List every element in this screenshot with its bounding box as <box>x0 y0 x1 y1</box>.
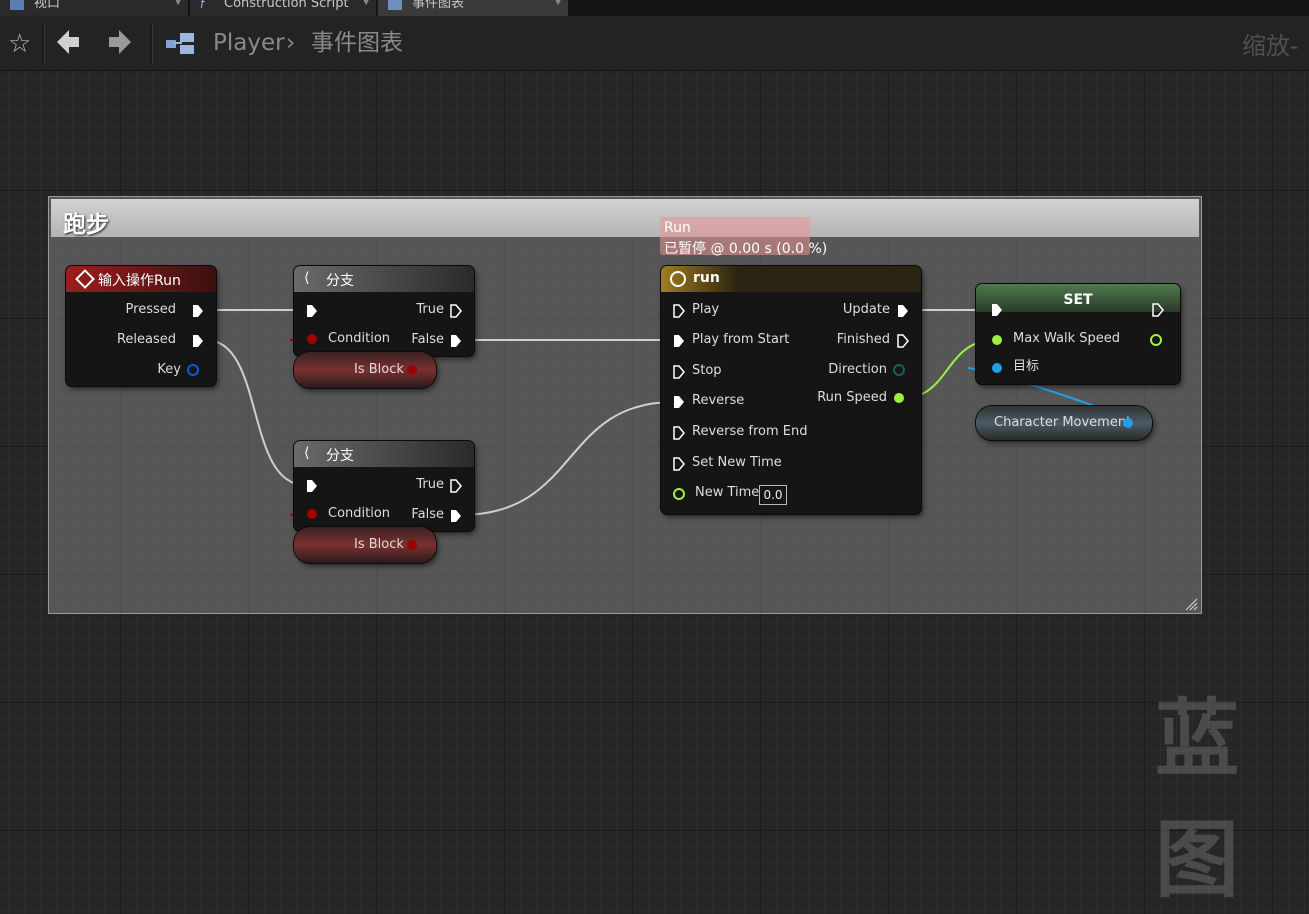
pin-label-reverse-from-end: Reverse from End <box>692 424 808 439</box>
struct-pin-key[interactable] <box>187 364 199 376</box>
float-pin-max-walk-speed-out[interactable] <box>1150 334 1162 346</box>
bool-pin-out[interactable] <box>407 540 417 550</box>
tooltip-line-1: Run <box>664 220 691 236</box>
exec-wire-released <box>205 339 306 486</box>
exec-in-play-from-start[interactable] <box>673 333 685 352</box>
pin-label-direction: Direction <box>828 362 887 377</box>
pin-label-target: 目标 <box>1013 359 1040 374</box>
character-movement-variable[interactable]: Character Movement <box>976 406 1152 440</box>
exec-out-update[interactable] <box>897 303 909 322</box>
enum-pin-direction[interactable] <box>893 364 905 376</box>
pin-label-stop: Stop <box>692 363 722 378</box>
new-time-input[interactable]: 0.0 <box>759 485 787 505</box>
branch-icon: ⟨ <box>304 445 310 461</box>
variable-label: Is Block <box>354 537 404 552</box>
node-title: 分支 <box>326 448 354 464</box>
exec-in[interactable] <box>991 302 1003 321</box>
node-header <box>294 441 474 467</box>
exec-in-stop[interactable] <box>673 364 685 383</box>
set-node[interactable]: SET Max Walk Speed 目标 <box>976 284 1180 384</box>
exec-in-reverse-from-end[interactable] <box>673 425 685 444</box>
node-title: 分支 <box>326 273 354 289</box>
timeline-clock-icon <box>670 271 686 287</box>
exec-in-play[interactable] <box>673 303 685 322</box>
exec-in-reverse[interactable] <box>673 394 685 413</box>
tooltip-line-2: 已暂停 @ 0.00 s (0.0 %) <box>664 241 828 257</box>
pin-label-play: Play <box>692 302 720 317</box>
pin-label-released: Released <box>116 332 176 347</box>
pin-label-condition: Condition <box>328 331 391 346</box>
object-pin-out[interactable] <box>1123 418 1133 428</box>
blueprint-watermark: 蓝图 <box>1155 690 1244 909</box>
pin-label-finished: Finished <box>836 332 890 347</box>
pin-label-new-time: New Time <box>695 485 760 500</box>
exec-in-set-new-time[interactable] <box>673 456 685 475</box>
pin-label-true: True <box>416 477 444 492</box>
float-pin-new-time[interactable] <box>673 488 685 500</box>
branch-node-2[interactable]: ⟨ 分支 True Condition False <box>294 441 474 531</box>
exec-out-false[interactable] <box>450 508 462 527</box>
pin-label-play-from-start: Play from Start <box>692 332 790 347</box>
pin-label-true: True <box>416 302 444 317</box>
exec-out-true[interactable] <box>450 478 462 497</box>
variable-label: Character Movement <box>994 415 1132 430</box>
node-header <box>294 266 474 292</box>
node-title: SET <box>1063 292 1093 308</box>
timeline-node[interactable]: run Play Play from Start Stop Reverse Re… <box>661 266 921 514</box>
input-action-node[interactable]: 输入操作Run Pressed Released Key <box>66 266 216 386</box>
bool-pin-condition[interactable] <box>307 509 317 519</box>
pin-label-run-speed: Run Speed <box>817 390 887 405</box>
pin-label-false: False <box>411 332 444 347</box>
pin-label-max-walk-speed: Max Walk Speed <box>1013 331 1121 346</box>
bool-pin-condition[interactable] <box>307 334 317 344</box>
float-pin-run-speed[interactable] <box>894 393 904 403</box>
exec-out-false[interactable] <box>450 333 462 352</box>
pin-label-set-new-time: Set New Time <box>692 455 782 470</box>
pin-label-false: False <box>411 507 444 522</box>
bool-pin-out[interactable] <box>407 365 417 375</box>
pin-label-pressed: Pressed <box>125 302 176 317</box>
node-title: 输入操作Run <box>98 273 181 289</box>
pin-label-condition: Condition <box>328 506 391 521</box>
branch-node-1[interactable]: ⟨ 分支 True Condition False <box>294 266 474 356</box>
exec-out-pressed[interactable] <box>192 303 204 322</box>
is-block-variable-2[interactable]: Is Block <box>294 527 436 563</box>
exec-in[interactable] <box>306 303 318 322</box>
exec-out-true[interactable] <box>450 303 462 322</box>
branch-icon: ⟨ <box>304 270 310 286</box>
object-pin-target[interactable] <box>992 363 1002 373</box>
exec-out-released[interactable] <box>192 333 204 352</box>
is-block-variable-1[interactable]: Is Block <box>294 352 436 388</box>
exec-out[interactable] <box>1152 302 1164 321</box>
exec-wire-false-reverse <box>459 401 675 516</box>
exec-out-finished[interactable] <box>897 333 909 352</box>
pin-label-reverse: Reverse <box>692 393 745 408</box>
node-title: run <box>693 270 720 286</box>
variable-label: Is Block <box>354 362 404 377</box>
float-pin-max-walk-speed-in[interactable] <box>992 335 1002 345</box>
pin-label-key: Key <box>157 362 181 377</box>
exec-in[interactable] <box>306 478 318 497</box>
pin-label-update: Update <box>842 302 890 317</box>
